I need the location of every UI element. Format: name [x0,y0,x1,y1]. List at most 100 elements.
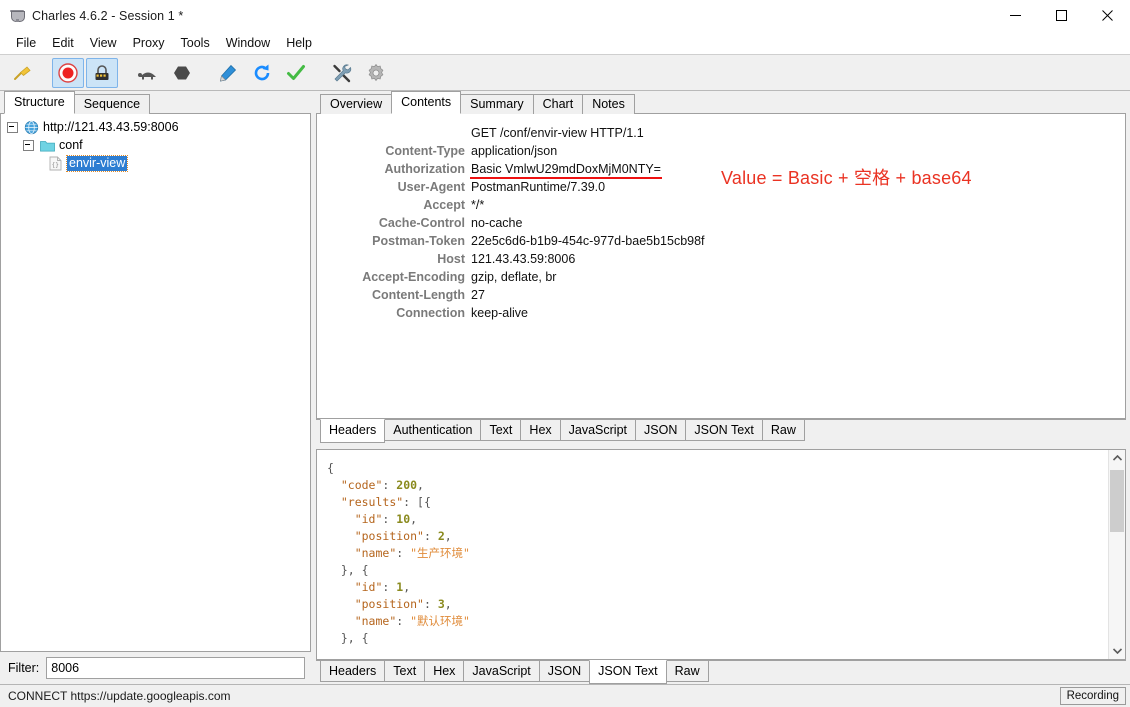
request-tab-text[interactable]: Text [480,420,522,441]
tab-contents[interactable]: Contents [391,91,462,114]
response-view-tabstrip: Headers Text Hex JavaScript JSON JSON Te… [316,660,1126,684]
header-name: User-Agent [397,180,465,194]
breakpoints-icon[interactable] [166,58,198,88]
header-name: Cache-Control [378,216,465,230]
tab-overview[interactable]: Overview [320,94,393,114]
request-tab-headers[interactable]: Headers [320,419,386,443]
request-tab-hex[interactable]: Hex [520,420,561,441]
tree-toggle-conf[interactable] [23,139,34,151]
filter-label: Filter: [8,661,40,675]
tree-item-envir-view-label: envir-view [65,154,129,172]
record-icon[interactable] [52,57,84,88]
session-tree[interactable]: http://121.43.43.59:8006 conf {} envir-v… [0,114,311,652]
tab-chart[interactable]: Chart [532,94,584,114]
header-name: Postman-Token [372,234,465,248]
menu-help[interactable]: Help [278,33,320,53]
json-line: "id": 10, [354,512,418,526]
main-area: Structure Sequence http://121.43.43.59:8 [0,91,1130,684]
header-name: Host [437,252,465,266]
tab-sequence[interactable]: Sequence [73,94,151,114]
header-value: 22e5c6d6-b1b9-454c-977d-bae5b15cb98f [471,234,705,248]
json-line: }, { [327,563,369,577]
chevron-down-icon[interactable] [1109,643,1125,659]
response-body-panel: { "code": 200, "results": [{ "id": 10, "… [316,449,1126,660]
status-badge[interactable]: Recording [1059,687,1126,705]
header-value: application/json [471,144,558,158]
compose-pen-icon[interactable] [212,58,244,88]
response-tab-javascript[interactable]: JavaScript [463,661,540,682]
tab-structure[interactable]: Structure [4,91,75,114]
json-line: }, { [327,631,369,645]
close-button[interactable] [1084,0,1130,31]
json-line: "id": 1, [354,580,411,594]
filter-input[interactable] [46,657,305,679]
filter-bar: Filter: [0,652,311,684]
charles-cup-icon [9,8,25,24]
annotation-text: Value = Basic + 空格 + base64 [721,168,972,188]
response-scrollbar[interactable] [1108,450,1125,659]
header-value: 27 [471,288,485,302]
json-line: "code": 200, [340,478,424,492]
header-row: Content-Length 27 [317,286,1125,304]
tab-notes[interactable]: Notes [582,94,635,114]
request-section: Overview Contents Summary Chart Notes GE… [316,91,1126,443]
response-tab-json-text[interactable]: JSON Text [589,660,667,684]
clear-session-broom-icon[interactable] [6,58,38,88]
tools-icon[interactable] [326,58,358,88]
header-row: Accept */* [317,196,1125,214]
json-line: "position": 2, [354,529,452,543]
globe-icon [23,119,39,135]
maximize-button[interactable] [1038,0,1084,31]
window-controls [992,0,1130,31]
response-tab-json[interactable]: JSON [538,661,591,682]
tree-item-conf-label: conf [59,138,83,152]
header-value: PostmanRuntime/7.39.0 [471,180,606,194]
request-tab-json-text[interactable]: JSON Text [685,420,763,441]
header-row: Postman-Token 22e5c6d6-b1b9-454c-977d-ba… [317,232,1125,250]
header-row: Host 121.43.43.59:8006 [317,250,1125,268]
tree-item-conf[interactable]: conf [1,136,310,154]
menu-bar: File Edit View Proxy Tools Window Help [0,32,1130,55]
ssl-proxying-icon[interactable] [86,57,118,88]
title-bar: Charles 4.6.2 - Session 1 * [0,0,1130,32]
chevron-up-icon[interactable] [1109,450,1125,466]
menu-tools[interactable]: Tools [173,33,218,53]
header-value: gzip, deflate, br [471,270,557,284]
toolbar [0,55,1130,91]
minimize-button[interactable] [992,0,1038,31]
validate-check-icon[interactable] [280,58,312,88]
response-tab-hex[interactable]: Hex [424,661,465,682]
tree-item-envir-view[interactable]: {} envir-view [1,154,310,172]
response-tab-headers[interactable]: Headers [320,661,386,682]
json-file-icon: {} [47,155,63,171]
charles-window: Charles 4.6.2 - Session 1 * File Edit Vi… [0,0,1130,707]
tree-toggle-host[interactable] [7,121,18,133]
response-tab-raw[interactable]: Raw [665,661,709,682]
request-tab-javascript[interactable]: JavaScript [559,420,637,441]
header-name: Connection [396,306,465,320]
header-name: Content-Length [371,288,465,302]
menu-window[interactable]: Window [218,33,278,53]
menu-proxy[interactable]: Proxy [125,33,173,53]
response-tab-text[interactable]: Text [384,661,426,682]
tab-summary[interactable]: Summary [460,94,534,114]
request-tab-json[interactable]: JSON [635,420,687,441]
menu-file[interactable]: File [8,33,44,53]
request-tab-raw[interactable]: Raw [761,420,805,441]
request-tab-authentication[interactable]: Authentication [384,420,482,441]
header-value: keep-alive [471,306,528,320]
repeat-icon[interactable] [246,58,278,88]
left-tabstrip: Structure Sequence [0,91,311,114]
header-name: Accept [423,198,465,212]
menu-view[interactable]: View [82,33,125,53]
settings-gear-icon[interactable] [360,58,392,88]
scrollbar-thumb[interactable] [1110,470,1124,532]
response-section: { "code": 200, "results": [{ "id": 10, "… [316,449,1126,684]
header-value: */* [471,198,485,212]
header-name: Authorization [384,162,465,176]
header-row: Accept-Encoding gzip, deflate, br [317,268,1125,286]
throttle-turtle-icon[interactable] [132,58,164,88]
tree-item-host[interactable]: http://121.43.43.59:8006 [1,118,310,136]
header-row: Connection keep-alive [317,304,1125,322]
menu-edit[interactable]: Edit [44,33,82,53]
